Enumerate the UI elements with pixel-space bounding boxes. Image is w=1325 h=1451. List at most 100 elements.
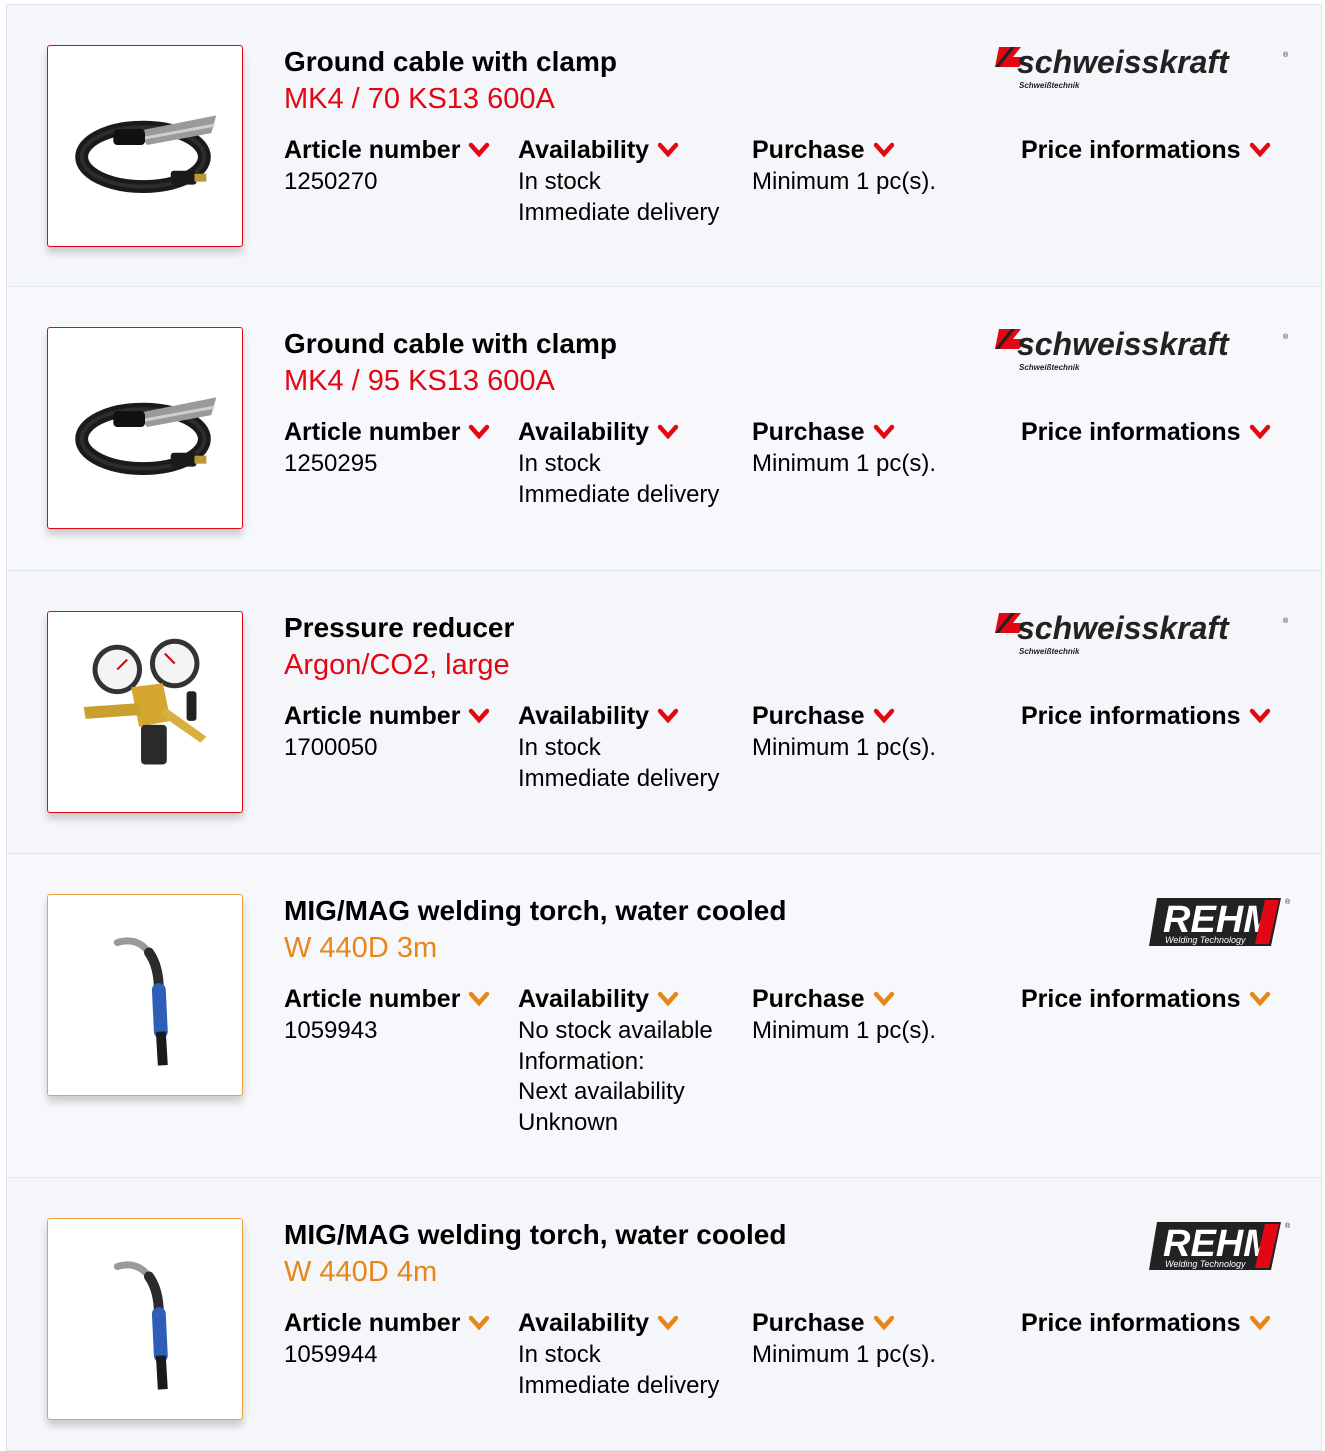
brand-tagline: Schweißtechnik: [1019, 363, 1080, 372]
price-informations-toggle[interactable]: Price informations: [1021, 417, 1271, 447]
product-card: Pressure reducer Argon/CO2, large schwei…: [6, 571, 1322, 854]
availability-label: Availability: [518, 985, 650, 1013]
price-informations-toggle[interactable]: Price informations: [1021, 1308, 1271, 1338]
price-column: Price informations: [1021, 417, 1271, 447]
chevron-down-icon: [1249, 424, 1271, 440]
product-list: Ground cable with clamp MK4 / 70 KS13 60…: [6, 4, 1322, 1451]
welding-torch-image: [113, 1261, 168, 1390]
availability-line: In stock: [518, 450, 601, 477]
availability-column: Availability No stock available Informat…: [518, 984, 713, 1138]
price-informations-label: Price informations: [1021, 418, 1241, 446]
purchase-toggle[interactable]: Purchase: [752, 417, 936, 447]
availability-line: Unknown: [518, 1108, 619, 1136]
availability-label: Availability: [518, 1309, 650, 1337]
article-number-label: Article number: [284, 136, 461, 164]
price-informations-label: Price informations: [1021, 702, 1241, 730]
purchase-label: Purchase: [752, 1309, 865, 1337]
availability-toggle[interactable]: Availability: [518, 417, 719, 447]
availability-toggle[interactable]: Availability: [518, 984, 713, 1014]
article-number-column: Article number 1250295: [284, 417, 490, 480]
chevron-down-icon: [1249, 708, 1271, 724]
availability-toggle[interactable]: Availability: [518, 1308, 719, 1338]
availability-line: Immediate delivery: [518, 1371, 720, 1399]
availability-label: Availability: [518, 136, 650, 164]
chevron-down-icon: [468, 1315, 490, 1331]
svg-text:®: ®: [1283, 617, 1289, 625]
price-informations-toggle[interactable]: Price informations: [1021, 135, 1271, 165]
chevron-down-icon: [468, 142, 490, 158]
chevron-down-icon: [657, 708, 679, 724]
chevron-down-icon: [1249, 142, 1271, 158]
chevron-down-icon: [1249, 1315, 1271, 1331]
product-model[interactable]: MK4 / 70 KS13 600A: [284, 81, 555, 117]
chevron-down-icon: [468, 708, 490, 724]
article-number-column: Article number 1250270: [284, 135, 490, 198]
product-image[interactable]: [47, 327, 243, 529]
chevron-down-icon: [873, 708, 895, 724]
product-title[interactable]: Pressure reducer: [284, 611, 514, 645]
product-card: MIG/MAG welding torch, water cooled W 44…: [6, 854, 1322, 1178]
product-image[interactable]: [47, 1218, 243, 1420]
purchase-value: Minimum 1 pc(s).: [752, 168, 937, 195]
purchase-toggle[interactable]: Purchase: [752, 1308, 936, 1338]
purchase-column: Purchase Minimum 1 pc(s).: [752, 1308, 936, 1371]
price-column: Price informations: [1021, 701, 1271, 731]
purchase-toggle[interactable]: Purchase: [752, 135, 936, 165]
availability-toggle[interactable]: Availability: [518, 701, 719, 731]
article-number-toggle[interactable]: Article number: [284, 135, 490, 165]
article-number-toggle[interactable]: Article number: [284, 1308, 490, 1338]
price-informations-toggle[interactable]: Price informations: [1021, 984, 1271, 1014]
chevron-down-icon: [873, 142, 895, 158]
availability-line: Immediate delivery: [518, 198, 720, 226]
product-title[interactable]: MIG/MAG welding torch, water cooled: [284, 894, 786, 928]
svg-text:®: ®: [1283, 51, 1289, 59]
chevron-down-icon: [873, 424, 895, 440]
availability-line: In stock: [518, 168, 601, 195]
purchase-label: Purchase: [752, 985, 865, 1013]
product-model[interactable]: Argon/CO2, large: [284, 647, 510, 683]
article-number-label: Article number: [284, 985, 461, 1013]
product-card: Ground cable with clamp MK4 / 95 KS13 60…: [6, 287, 1322, 571]
product-card: MIG/MAG welding torch, water cooled W 44…: [6, 1178, 1322, 1451]
purchase-value: Minimum 1 pc(s).: [752, 734, 937, 761]
availability-column: Availability In stock Immediate delivery: [518, 417, 719, 510]
availability-line: Next availability: [518, 1078, 685, 1105]
article-number-toggle[interactable]: Article number: [284, 984, 490, 1014]
purchase-column: Purchase Minimum 1 pc(s).: [752, 135, 936, 198]
product-image[interactable]: [47, 611, 243, 813]
product-image[interactable]: [47, 45, 243, 247]
purchase-column: Purchase Minimum 1 pc(s).: [752, 701, 936, 764]
brand-name: schweisskraft: [1017, 44, 1230, 80]
brand-logo: schweisskraft Schweißtechnik ®: [991, 609, 1291, 659]
availability-line: Immediate delivery: [518, 764, 720, 792]
purchase-label: Purchase: [752, 136, 865, 164]
availability-toggle[interactable]: Availability: [518, 135, 719, 165]
article-number-toggle[interactable]: Article number: [284, 701, 490, 731]
availability-column: Availability In stock Immediate delivery: [518, 1308, 719, 1401]
price-informations-label: Price informations: [1021, 1309, 1241, 1337]
purchase-toggle[interactable]: Purchase: [752, 984, 936, 1014]
product-model[interactable]: W 440D 4m: [284, 1254, 437, 1290]
chevron-down-icon: [873, 991, 895, 1007]
product-model[interactable]: MK4 / 95 KS13 600A: [284, 363, 555, 399]
product-title[interactable]: MIG/MAG welding torch, water cooled: [284, 1218, 786, 1252]
brand-logo: schweisskraft Schweißtechnik ®: [991, 325, 1291, 375]
svg-text:®: ®: [1283, 333, 1289, 341]
purchase-value: Minimum 1 pc(s).: [752, 450, 937, 477]
article-number-column: Article number 1059944: [284, 1308, 490, 1371]
product-title[interactable]: Ground cable with clamp: [284, 327, 617, 361]
product-model[interactable]: W 440D 3m: [284, 930, 437, 966]
product-image[interactable]: [47, 894, 243, 1096]
availability-line: Information:: [518, 1047, 645, 1075]
price-informations-toggle[interactable]: Price informations: [1021, 701, 1271, 731]
purchase-toggle[interactable]: Purchase: [752, 701, 936, 731]
availability-line: In stock: [518, 1341, 601, 1368]
price-informations-label: Price informations: [1021, 985, 1241, 1013]
article-number-toggle[interactable]: Article number: [284, 417, 490, 447]
svg-text:®: ®: [1285, 1222, 1291, 1230]
availability-line: Immediate delivery: [518, 480, 720, 508]
purchase-label: Purchase: [752, 418, 865, 446]
welding-torch-image: [113, 937, 168, 1066]
product-title[interactable]: Ground cable with clamp: [284, 45, 617, 79]
brand-name: schweisskraft: [1017, 610, 1230, 646]
